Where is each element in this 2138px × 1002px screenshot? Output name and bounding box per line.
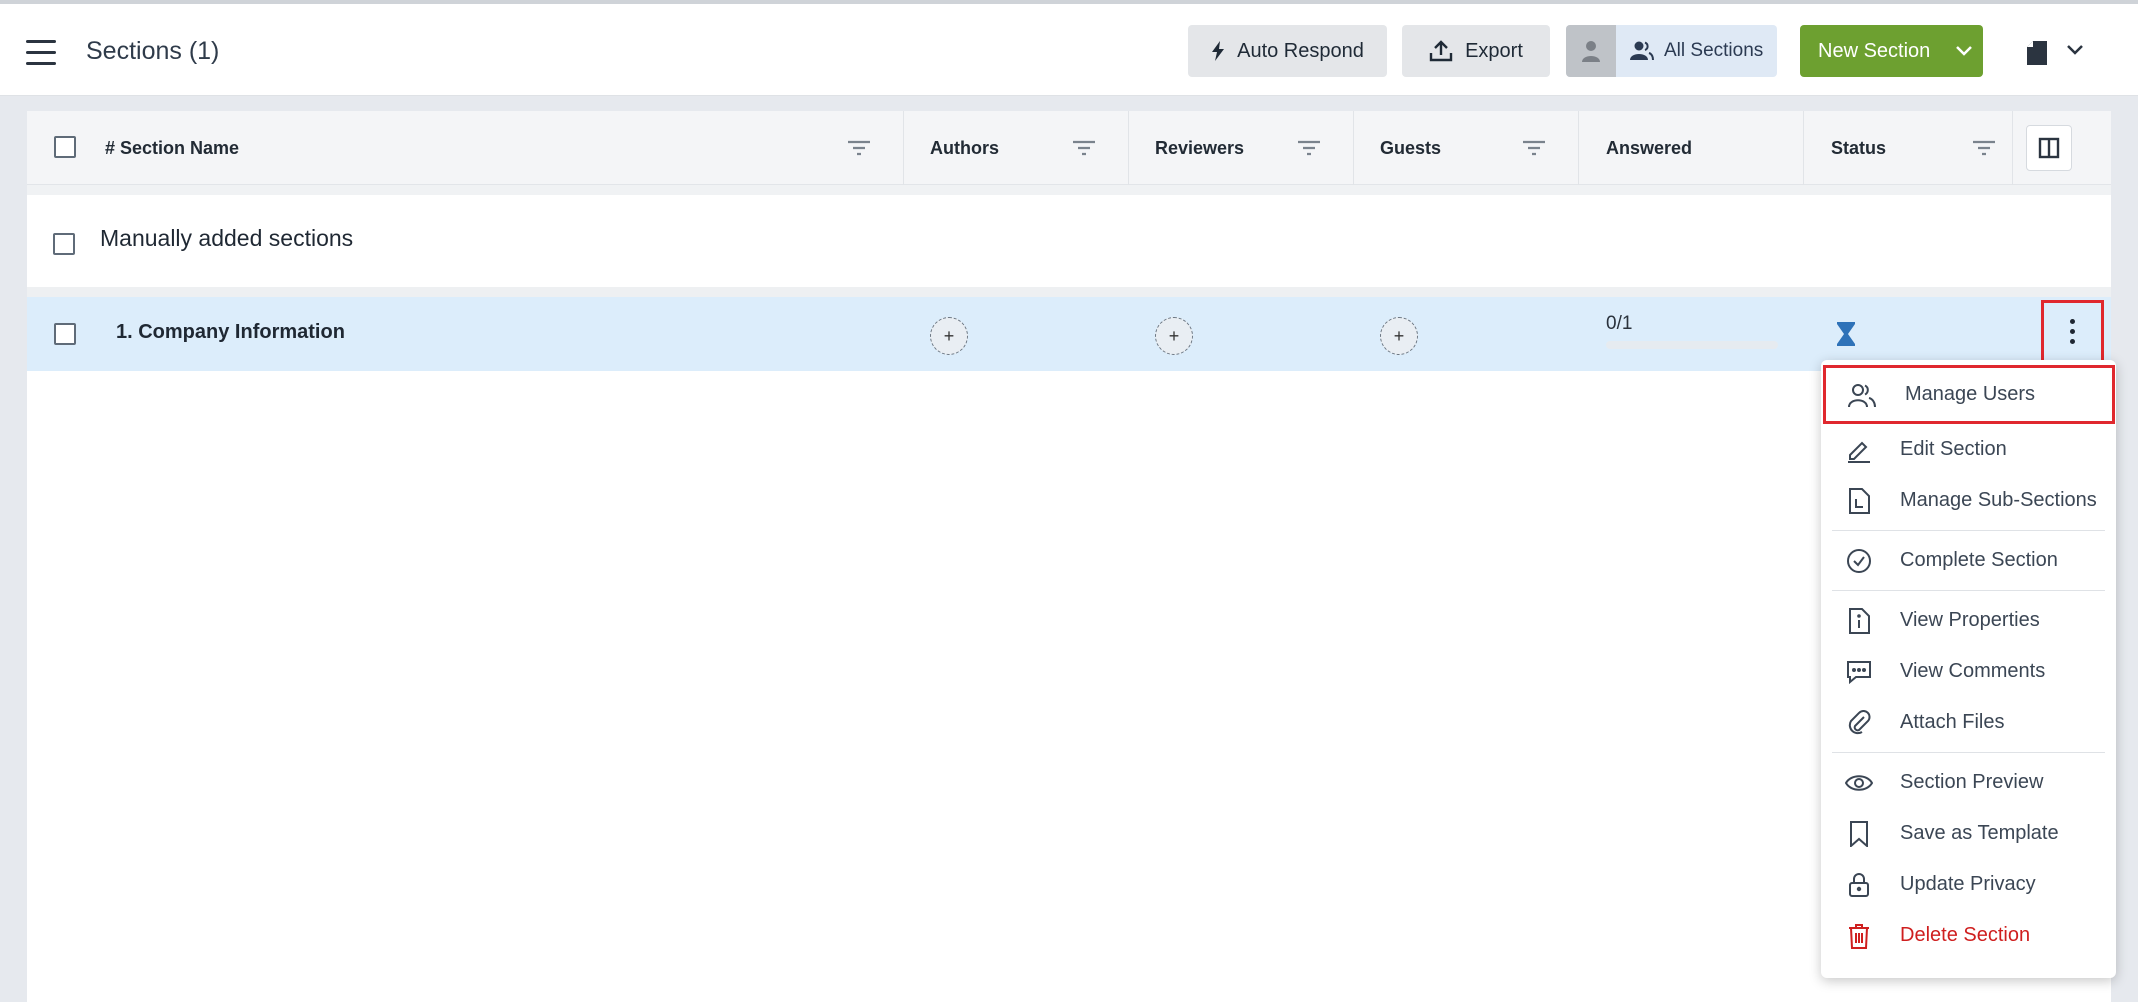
filter-icon[interactable] [1971, 139, 1997, 157]
group-row: Manually added sections [27, 195, 2111, 287]
column-header-guests[interactable]: Guests [1380, 111, 1441, 185]
column-header-status[interactable]: Status [1831, 111, 1886, 185]
hamburger-menu-icon[interactable] [26, 40, 56, 66]
menu-item-label: Update Privacy [1900, 873, 2036, 895]
menu-item-manage-sub-sections[interactable]: Manage Sub-Sections [1821, 475, 2116, 526]
filter-icon[interactable] [1071, 139, 1097, 157]
comment-icon [1847, 661, 1871, 684]
menu-item-edit-section[interactable]: Edit Section [1821, 424, 2116, 475]
users-icon [1630, 41, 1654, 61]
export-button[interactable]: Export [1402, 25, 1550, 77]
menu-item-view-comments[interactable]: View Comments [1821, 646, 2116, 697]
menu-item-label: Manage Sub-Sections [1900, 489, 2097, 511]
menu-item-view-properties[interactable]: View Properties [1821, 595, 2116, 646]
users-icon [1848, 384, 1876, 408]
avatar [1566, 25, 1616, 77]
chevron-down-icon[interactable] [2066, 44, 2084, 56]
all-sections-label: All Sections [1664, 40, 1764, 61]
menu-item-section-preview[interactable]: Section Preview [1821, 757, 2116, 808]
column-header-section-name[interactable]: # Section Name [105, 111, 239, 185]
menu-item-attach-files[interactable]: Attach Files [1821, 697, 2116, 748]
add-author-button[interactable]: + [930, 317, 968, 355]
column-header-reviewers[interactable]: Reviewers [1155, 111, 1244, 185]
menu-item-delete-section[interactable]: Delete Section [1821, 910, 2116, 961]
table-header: # Section Name Authors Reviewers Guests … [27, 111, 2111, 185]
menu-item-label: Edit Section [1900, 438, 2007, 460]
menu-item-label: Delete Section [1900, 924, 2031, 946]
add-reviewer-button[interactable]: + [1155, 317, 1193, 355]
lock-icon [1849, 873, 1869, 897]
all-sections-button[interactable]: All Sections [1566, 25, 1777, 77]
menu-item-label: Section Preview [1900, 771, 2044, 793]
hourglass-icon [1837, 322, 1855, 346]
person-icon [1582, 41, 1600, 62]
group-label: Manually added sections [100, 225, 354, 251]
menu-item-label: View Properties [1900, 609, 2040, 631]
column-header-authors[interactable]: Authors [930, 111, 999, 185]
auto-respond-label: Auto Respond [1237, 39, 1364, 62]
answered-count: 0/1 [1606, 313, 1633, 334]
filter-icon[interactable] [1296, 139, 1322, 157]
menu-item-label: View Comments [1900, 660, 2046, 682]
trash-icon [1849, 924, 1869, 949]
answered-progress-bar [1606, 341, 1778, 349]
column-header-answered[interactable]: Answered [1606, 111, 1692, 185]
auto-respond-button[interactable]: Auto Respond [1188, 25, 1387, 77]
app-header: Sections (1) Auto Respond Export All Sec… [0, 4, 2138, 96]
row-actions-button[interactable] [2041, 300, 2104, 363]
upload-icon [1429, 40, 1453, 62]
document-icon [1849, 488, 1870, 514]
menu-item-label: Save as Template [1900, 822, 2059, 844]
menu-item-label: Attach Files [1900, 711, 2005, 733]
row-checkbox[interactable] [54, 323, 76, 345]
section-name[interactable]: 1. Company Information [116, 321, 345, 344]
menu-item-label: Manage Users [1905, 383, 2036, 405]
table-row[interactable]: 1. Company Information + + + 0/1 [27, 297, 2111, 371]
info-icon [1849, 608, 1870, 634]
document-icon[interactable] [2024, 40, 2050, 66]
bookmark-icon [1850, 821, 1868, 847]
sections-table: # Section Name Authors Reviewers Guests … [27, 111, 2111, 1002]
chevron-down-icon [1956, 46, 1973, 56]
paperclip-icon [1848, 710, 1871, 735]
menu-item-manage-users[interactable]: Manage Users [1823, 365, 2115, 424]
add-guest-button[interactable]: + [1380, 317, 1418, 355]
check-circle-icon [1847, 549, 1871, 573]
columns-icon [2038, 137, 2060, 159]
menu-item-save-as-template[interactable]: Save as Template [1821, 808, 2116, 859]
menu-item-label: Complete Section [1900, 549, 2058, 571]
filter-icon[interactable] [1521, 139, 1547, 157]
new-section-button[interactable]: New Section [1800, 25, 1983, 77]
new-section-label: New Section [1818, 39, 1931, 62]
section-actions-menu: Manage Users Edit Section Manage Sub-Sec… [1821, 360, 2116, 978]
menu-item-complete-section[interactable]: Complete Section [1821, 535, 2116, 586]
more-vertical-icon [2070, 319, 2075, 344]
lightning-icon [1212, 41, 1225, 61]
column-picker-button[interactable] [2026, 125, 2072, 171]
filter-icon[interactable] [846, 139, 872, 157]
eye-icon [1845, 775, 1873, 791]
select-all-checkbox[interactable] [54, 136, 76, 158]
pencil-icon [1848, 441, 1870, 463]
group-checkbox[interactable] [53, 233, 75, 255]
export-label: Export [1465, 39, 1523, 62]
page-title: Sections (1) [86, 37, 220, 65]
menu-item-update-privacy[interactable]: Update Privacy [1821, 859, 2116, 910]
